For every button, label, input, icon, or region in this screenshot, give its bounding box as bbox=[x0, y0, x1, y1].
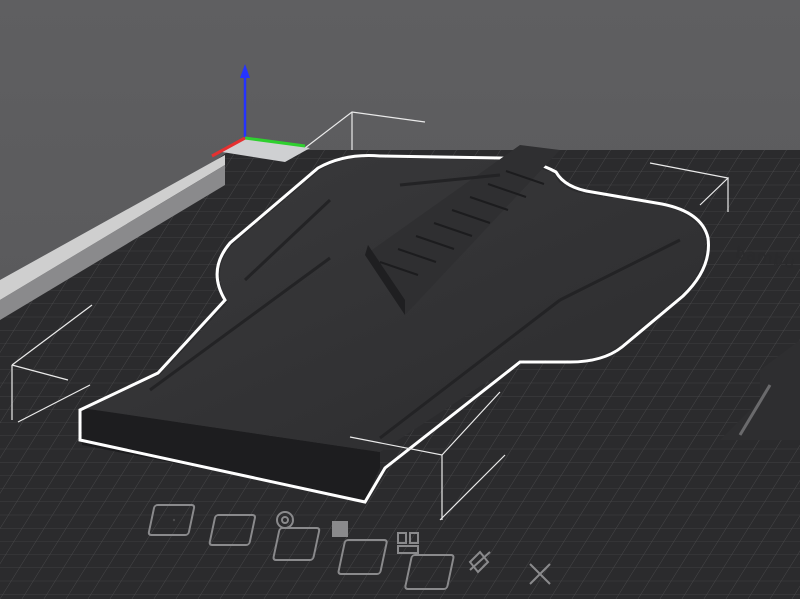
z-axis-arrow bbox=[240, 64, 250, 78]
axis-gizmo bbox=[211, 64, 310, 162]
place-on-face-icon bbox=[332, 521, 348, 537]
3d-viewport[interactable]: bambu l bbox=[0, 0, 800, 599]
